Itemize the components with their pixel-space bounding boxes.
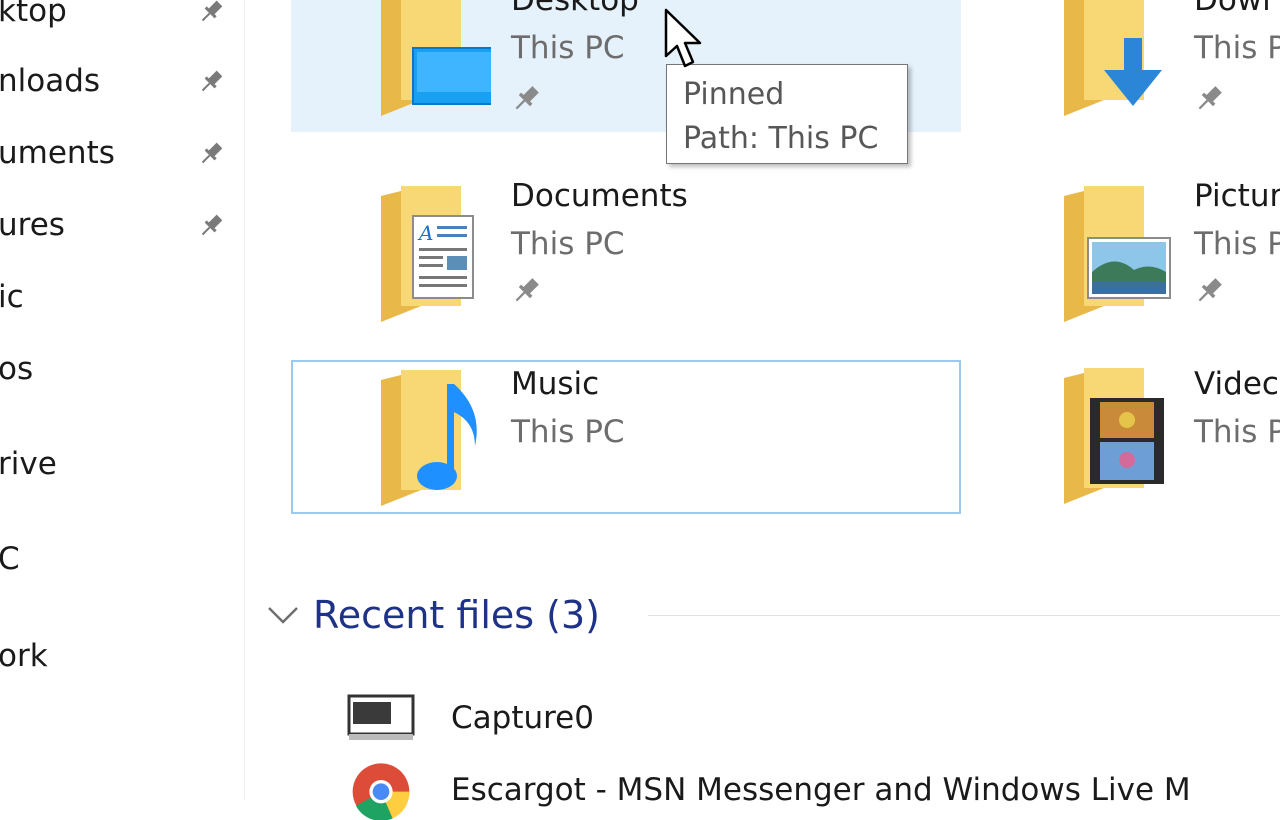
sidebar-item-label: os [0, 351, 34, 387]
folder-location: This P [1194, 226, 1280, 262]
downloads-folder-icon [1064, 0, 1162, 116]
sidebar-item-label: ktop [0, 0, 67, 29]
pin-icon [201, 142, 223, 164]
folder-location: This PC [511, 226, 625, 262]
tooltip-line-pinned: Pinned [683, 77, 785, 112]
pin-icon [201, 214, 223, 236]
image-file-icon [347, 694, 415, 740]
sidebar-item-music[interactable]: ic [0, 274, 244, 320]
sidebar-item-desktop[interactable]: ktop [0, 0, 244, 34]
sidebar-item-network[interactable]: ork [0, 633, 244, 679]
sidebar-item-label: nloads [0, 63, 101, 99]
section-title: Recent files (3) [313, 593, 600, 637]
folder-tile-videos[interactable]: Videc This P [974, 362, 1280, 514]
pin-icon [1198, 278, 1222, 302]
music-folder-icon [381, 370, 477, 506]
folder-location: This PC [511, 30, 625, 66]
content-pane: Desktop This PC Dowr This PC A [245, 0, 1280, 820]
sidebar-item-pictures[interactable]: ures [0, 202, 244, 248]
sidebar-item-this-pc[interactable]: C [0, 536, 244, 582]
sidebar-item-videos[interactable]: os [0, 346, 244, 392]
documents-folder-icon: A [381, 186, 474, 322]
pin-icon [1198, 86, 1222, 110]
tooltip-line-path: Path: This PC [683, 121, 879, 156]
folder-location: This PC [511, 414, 625, 450]
sidebar-item-label: ic [0, 279, 24, 315]
desktop-folder-icon [381, 0, 491, 116]
sidebar-item-downloads[interactable]: nloads [0, 58, 244, 104]
pictures-folder-icon [1064, 186, 1171, 322]
sidebar-item-label: rive [0, 446, 57, 482]
folder-tile-music[interactable]: Music This PC [291, 360, 961, 514]
folder-tile-pictures[interactable]: Pictur This P [974, 172, 1280, 324]
folder-name: Music [511, 366, 600, 402]
pin-icon [515, 278, 539, 302]
folder-location: This PC [1194, 30, 1280, 66]
folder-tile-documents[interactable]: A Documents This PC [291, 172, 961, 324]
folder-name: Documents [511, 178, 688, 214]
videos-folder-icon [1064, 368, 1164, 504]
pin-icon [201, 0, 223, 22]
folder-name: Dowr [1194, 0, 1275, 18]
section-divider [648, 615, 1280, 616]
folder-name: Pictur [1194, 178, 1280, 214]
list-item[interactable]: Escargot - MSN Messenger and Windows Liv… [345, 760, 1280, 820]
pin-icon [201, 70, 223, 92]
folder-location: This P [1194, 414, 1280, 450]
file-name: Capture0 [451, 700, 594, 736]
sidebar-item-onedrive[interactable]: rive [0, 441, 244, 487]
navigation-pane: ktop nloads uments ures ic os rive C ork [0, 0, 245, 800]
folder-name: Videc [1194, 366, 1279, 402]
pin-icon [515, 86, 539, 110]
folder-name: Desktop [511, 0, 639, 18]
tooltip: Pinned Path: This PC [666, 64, 908, 164]
list-item[interactable]: Capture0 [345, 688, 1280, 748]
sidebar-item-documents[interactable]: uments [0, 130, 244, 176]
sidebar-item-label: uments [0, 135, 115, 171]
recent-files-header[interactable]: Recent files (3) [265, 588, 1280, 642]
folder-tile-downloads[interactable]: Dowr This PC [974, 0, 1280, 132]
chevron-down-icon[interactable] [265, 600, 305, 630]
mouse-cursor-icon [664, 8, 702, 68]
chrome-icon [352, 763, 410, 820]
file-name: Escargot - MSN Messenger and Windows Liv… [451, 772, 1191, 808]
sidebar-item-label: ures [0, 207, 65, 243]
svg-text:A: A [417, 221, 433, 245]
sidebar-item-label: C [0, 541, 20, 577]
sidebar-item-label: ork [0, 638, 48, 674]
